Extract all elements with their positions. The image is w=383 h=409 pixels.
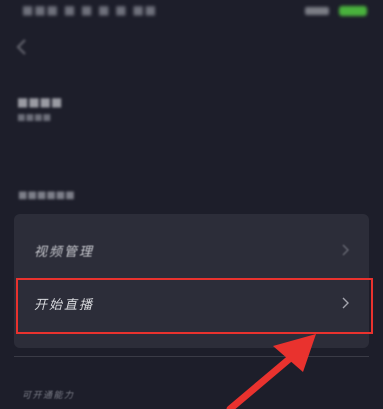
chevron-right-icon (342, 244, 349, 256)
profile-block: ■■■■ ■■■■ (17, 95, 62, 123)
settings-screen: ■■■ ■ ■ ■ ■ ■■ ■■■■ ■■■■ ■■■■■■ 视频管理 开始直… (0, 0, 383, 409)
menu-item-label: 视频管理 (34, 245, 95, 260)
profile-name: ■■■■ (17, 95, 63, 109)
status-icons (305, 5, 367, 17)
divider (14, 356, 369, 357)
signal-icon (305, 7, 329, 15)
battery-icon (339, 6, 367, 16)
menu-item-video-management[interactable]: 视频管理 (14, 223, 369, 279)
profile-subtitle: ■■■■ (17, 113, 52, 123)
section-title: ■■■■■■ (18, 190, 75, 201)
menu-item-label: 开始直播 (34, 298, 95, 313)
status-text: ■■■ ■ ■ ■ ■ ■■ (22, 3, 158, 17)
status-bar: ■■■ ■ ■ ■ ■ ■■ (0, 0, 383, 24)
section-footer-label: 可开通能力 (22, 391, 75, 401)
menu-item-start-live[interactable]: 开始直播 (14, 276, 369, 332)
menu-card: 视频管理 开始直播 (14, 214, 369, 348)
chevron-left-icon[interactable] (15, 38, 29, 56)
chevron-right-icon (342, 297, 349, 309)
